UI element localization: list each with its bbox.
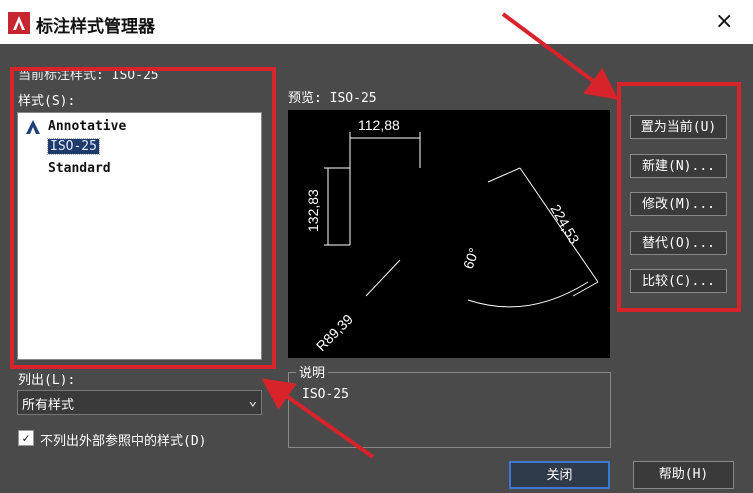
arrow-to-list bbox=[261, 378, 375, 459]
annotation-arrows bbox=[261, 12, 619, 459]
arrow-to-buttons bbox=[501, 12, 619, 100]
